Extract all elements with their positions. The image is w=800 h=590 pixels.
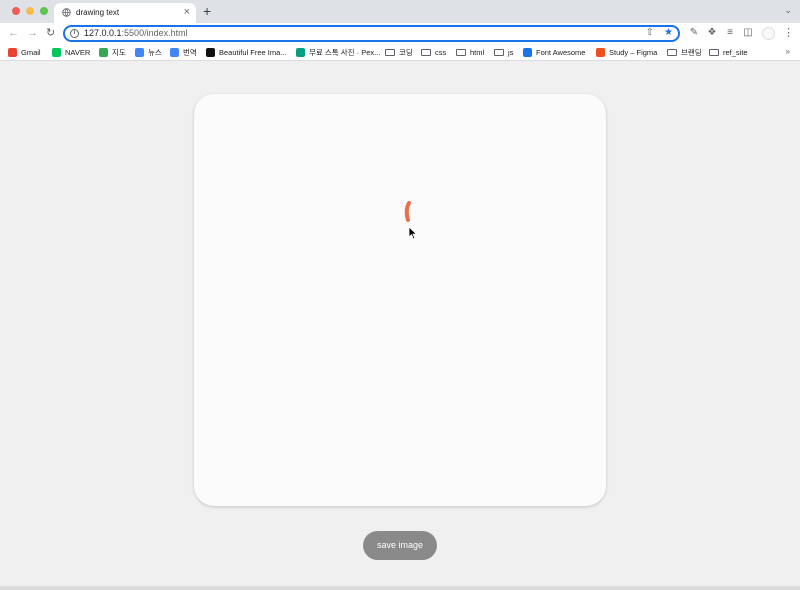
- bookmark-label: 브랜딩: [681, 48, 702, 57]
- bookmark-folder-coding[interactable]: 코딩: [385, 47, 413, 58]
- folder-icon: [385, 49, 395, 56]
- window-maximize-button[interactable]: [40, 7, 48, 15]
- back-arrow-icon[interactable]: ←: [8, 27, 19, 40]
- flag-icon: [523, 48, 532, 57]
- bookmark-maps[interactable]: 지도: [99, 47, 126, 58]
- save-image-button[interactable]: save image: [363, 531, 437, 560]
- address-bar[interactable]: i 127.0.0.1:5500/index.html ⇧ ★: [63, 25, 680, 42]
- bookmark-label: Beautiful Free Ima...: [219, 48, 287, 57]
- bookmark-pexels[interactable]: 무료 스톡 사진 · Pex...: [296, 47, 380, 58]
- bookmark-folder-branding[interactable]: 브랜딩: [667, 47, 702, 58]
- bookmark-label: 번역: [183, 48, 197, 57]
- bookmark-star-icon[interactable]: ★: [664, 27, 673, 38]
- news-icon: [135, 48, 144, 57]
- new-tab-button[interactable]: +: [203, 3, 211, 19]
- gmail-icon: [8, 48, 17, 57]
- mouse-cursor-icon: [408, 226, 418, 240]
- folder-icon: [421, 49, 431, 56]
- bookmark-label: 뉴스: [148, 48, 162, 57]
- page-bottom-edge: [0, 586, 800, 590]
- bookmark-label: Study – Figma: [609, 48, 658, 57]
- bookmark-label: ref_site: [723, 48, 748, 57]
- bookmark-naver[interactable]: NAVER: [52, 47, 90, 58]
- share-icon[interactable]: ⇧: [646, 27, 654, 38]
- bookmark-folder-css[interactable]: css: [421, 47, 446, 58]
- reading-list-icon[interactable]: ≡: [724, 27, 736, 39]
- bookmark-figma[interactable]: Study – Figma: [596, 47, 657, 58]
- browser-tab[interactable]: drawing text ×: [54, 3, 196, 23]
- pexels-icon: [296, 48, 305, 57]
- profile-avatar[interactable]: [762, 27, 775, 40]
- eyedropper-icon[interactable]: ✎: [688, 27, 700, 39]
- bookmark-font-awesome[interactable]: Font Awesome: [523, 47, 585, 58]
- bookmark-label: 코딩: [399, 48, 413, 57]
- drawn-stroke: [404, 201, 411, 222]
- bookmark-label: 지도: [112, 48, 126, 57]
- bookmark-news[interactable]: 뉴스: [135, 47, 162, 58]
- side-panel-icon[interactable]: ◫: [742, 27, 754, 39]
- tab-title: drawing text: [76, 8, 120, 17]
- drawing-canvas[interactable]: [194, 94, 606, 506]
- tab-strip: drawing text × + ⌄: [0, 0, 800, 23]
- bookmarks-overflow-icon[interactable]: »: [786, 47, 790, 56]
- naver-icon: [52, 48, 61, 57]
- tab-close-icon[interactable]: ×: [184, 6, 190, 18]
- globe-icon: [62, 8, 71, 17]
- extensions-puzzle-icon[interactable]: ❖: [706, 27, 718, 39]
- window-close-button[interactable]: [12, 7, 20, 15]
- folder-icon: [494, 49, 504, 56]
- bookmark-label: Font Awesome: [536, 48, 586, 57]
- bookmark-gmail[interactable]: Gmail: [8, 47, 41, 58]
- bookmark-label: Gmail: [21, 48, 41, 57]
- bookmark-label: NAVER: [65, 48, 91, 57]
- bookmark-folder-html[interactable]: html: [456, 47, 484, 58]
- translate-icon: [170, 48, 179, 57]
- bookmark-translate[interactable]: 번역: [170, 47, 197, 58]
- unsplash-icon: [206, 48, 215, 57]
- folder-icon: [667, 49, 677, 56]
- maps-icon: [99, 48, 108, 57]
- url-text[interactable]: 127.0.0.1:5500/index.html: [84, 28, 188, 38]
- page-content: save image: [0, 62, 800, 590]
- bookmark-folder-ref-site[interactable]: ref_site: [709, 47, 748, 58]
- forward-arrow-icon[interactable]: →: [27, 27, 38, 40]
- window-minimize-button[interactable]: [26, 7, 34, 15]
- tab-search-chevron-icon[interactable]: ⌄: [784, 5, 792, 16]
- url-host: 127.0.0.1: [84, 28, 122, 38]
- site-info-icon[interactable]: i: [70, 29, 79, 38]
- url-path: :5500/index.html: [121, 28, 188, 38]
- reload-icon[interactable]: ↻: [46, 27, 55, 40]
- browser-menu-icon[interactable]: ⋮: [783, 27, 794, 39]
- bookmark-unsplash[interactable]: Beautiful Free Ima...: [206, 47, 287, 58]
- bookmark-folder-js[interactable]: js: [494, 47, 513, 58]
- bookmark-label: html: [470, 48, 485, 57]
- bookmark-label: js: [508, 48, 514, 57]
- browser-toolbar: ← → ↻ i 127.0.0.1:5500/index.html ⇧ ★ ✎ …: [0, 23, 800, 44]
- bookmarks-bar: Gmail NAVER 지도 뉴스 번역 Beautiful Free Ima.…: [0, 44, 800, 61]
- folder-icon: [456, 49, 466, 56]
- figma-icon: [596, 48, 605, 57]
- bookmark-label: css: [435, 48, 447, 57]
- bookmark-label: 무료 스톡 사진 · Pex...: [309, 48, 381, 57]
- folder-icon: [709, 49, 719, 56]
